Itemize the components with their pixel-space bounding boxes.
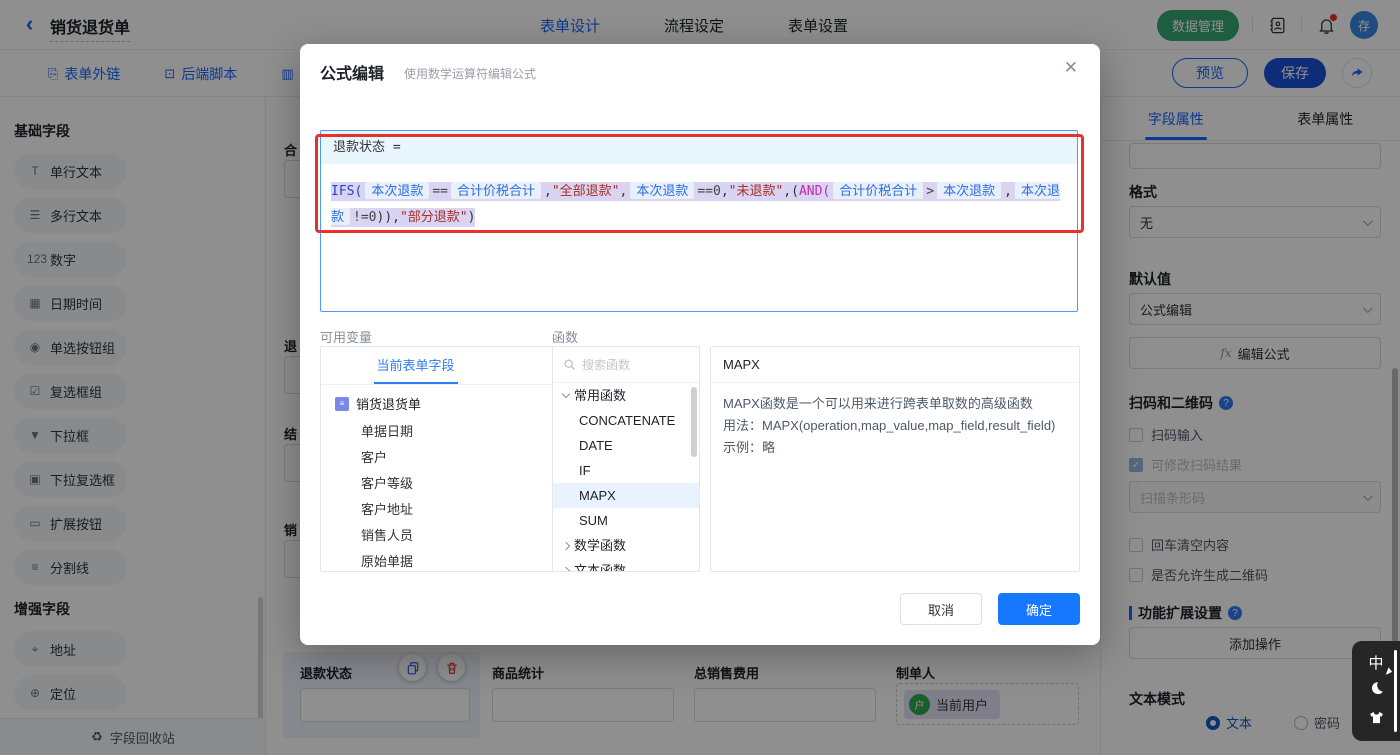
variable-name: 单据日期 <box>361 421 413 440</box>
functions-scrollbar[interactable] <box>691 387 697 457</box>
variables-label: 可用变量 <box>320 327 372 346</box>
formula-field-token: 本次退款 <box>937 182 1001 199</box>
function-detail-body: MAPX函数是一个可以用来进行跨表单取数的高级函数用法：MAPX(operati… <box>711 383 1079 469</box>
function-detail-title: MAPX <box>711 347 1079 383</box>
dark-mode-moon-icon[interactable] <box>1368 680 1385 702</box>
function-group-label: 数学函数 <box>574 533 626 558</box>
function-search-input[interactable] <box>582 358 682 372</box>
function-detail-line: 用法：MAPX(operation,map_value,map_field,re… <box>723 415 1067 437</box>
formula-segment: , <box>619 184 627 199</box>
chevron-down-icon <box>562 390 570 398</box>
cancel-button[interactable]: 取消 <box>900 593 982 625</box>
formula-segment: "部分退款" <box>400 210 468 225</box>
modal-title: 公式编辑 <box>320 60 384 84</box>
function-item-CONCATENATE[interactable]: CONCATENATE <box>553 408 699 433</box>
formula-field-token: 本次退款 <box>365 182 429 199</box>
formula-field-token: 合计价税合计 <box>451 182 541 199</box>
variable-name: 销售人员 <box>361 525 413 544</box>
variables-tab-当前表单字段[interactable]: 当前表单字段 <box>321 347 510 384</box>
search-icon <box>563 358 576 371</box>
variable-name: 客户 <box>361 447 387 466</box>
variable-name: 客户等级 <box>361 473 413 492</box>
app-window: ‹ 销货退货单 表单设计流程设定表单设置 数据管理 存 ⎘表单外链⊡后端脚本▥数… <box>0 0 1400 755</box>
variable-name: 原始单据 <box>361 551 413 570</box>
function-item-SUM[interactable]: SUM <box>553 508 699 533</box>
formula-segment: ) <box>468 210 476 225</box>
variable-name: 客户地址 <box>361 499 413 518</box>
function-group-label: 常用函数 <box>574 383 626 408</box>
formula-segment: "全部退款" <box>552 184 620 199</box>
floating-tool-widget: 中 <box>1352 641 1400 741</box>
functions-panel: 常用函数CONCATENATEDATEIFMAPXSUM数学函数文本函数 <box>552 346 700 572</box>
form-tree-root-label: 销货退货单 <box>356 394 421 413</box>
chevron-right-icon <box>562 541 570 549</box>
modal-subtitle: 使用数学运算符编辑公式 <box>404 65 536 82</box>
function-search <box>553 347 699 383</box>
function-group-label: 文本函数 <box>574 558 626 572</box>
function-group-数学函数[interactable]: 数学函数 <box>553 533 699 558</box>
formula-segment: ==0 <box>697 184 720 199</box>
formula-segment: , <box>544 184 552 199</box>
theme-shirt-icon[interactable] <box>1368 709 1385 731</box>
function-group-常用函数[interactable]: 常用函数 <box>553 383 699 408</box>
formula-segment: IFS( <box>331 184 362 199</box>
close-icon[interactable]: ✕ <box>1064 58 1078 78</box>
function-item-MAPX[interactable]: MAPX <box>553 483 699 508</box>
formula-editor[interactable]: 退款状态 = IFS(本次退款==合计价税合计,"全部退款",本次退款==0,"… <box>320 130 1078 312</box>
formula-edit-modal: 公式编辑 使用数学运算符编辑公式 ✕ 退款状态 = IFS(本次退款==合计价税… <box>300 44 1100 645</box>
function-item-DATE[interactable]: DATE <box>553 433 699 458</box>
cursor-icon <box>1385 667 1392 676</box>
form-doc-icon: ≡ <box>335 397 349 411</box>
translate-icon[interactable]: 中 <box>1368 652 1383 673</box>
formula-segment: AND( <box>799 184 830 199</box>
formula-target-line: 退款状态 = <box>321 131 1077 164</box>
function-group-文本函数[interactable]: 文本函数 <box>553 558 699 572</box>
formula-segment: , <box>1004 184 1012 199</box>
function-detail-line: 示例：略 <box>723 437 1067 459</box>
formula-segment: !=0 <box>353 210 376 225</box>
function-item-IF[interactable]: IF <box>553 458 699 483</box>
function-detail-line: MAPX函数是一个可以用来进行跨表单取数的高级函数 <box>723 393 1067 415</box>
formula-body: IFS(本次退款==合计价税合计,"全部退款",本次退款==0,"未退款",(A… <box>321 164 1077 244</box>
formula-segment: , <box>721 184 729 199</box>
formula-segment: > <box>926 184 934 199</box>
functions-label: 函数 <box>552 327 578 346</box>
formula-field-token: 合计价税合计 <box>833 182 923 199</box>
chevron-right-icon <box>562 566 570 572</box>
formula-segment: "未退款" <box>729 184 784 199</box>
formula-segment: )), <box>377 210 400 225</box>
function-detail-panel: MAPX MAPX函数是一个可以用来进行跨表单取数的高级函数用法：MAPX(op… <box>710 346 1080 572</box>
widget-scrollbar[interactable] <box>1394 650 1397 732</box>
formula-segment: == <box>432 184 448 199</box>
formula-segment: ,( <box>783 184 799 199</box>
confirm-button[interactable]: 确定 <box>998 593 1080 625</box>
formula-field-token: 本次退款 <box>630 182 694 199</box>
